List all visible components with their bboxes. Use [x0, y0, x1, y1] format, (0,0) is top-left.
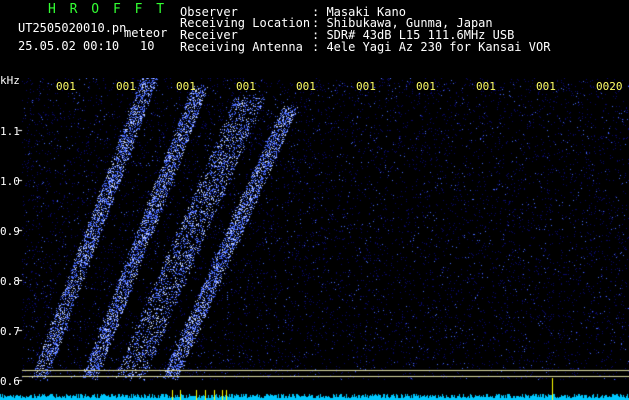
- x-tick-label: 001: [296, 80, 316, 93]
- info-antenna-value: : 4ele Yagi Az 230 for Kansai VOR: [312, 40, 551, 54]
- duration-label: 10: [140, 39, 155, 53]
- spectrogram-canvas: [0, 78, 629, 400]
- x-tick-label: 001: [416, 80, 436, 93]
- x-tick-label: 001: [176, 80, 196, 93]
- x-tick-label: 001: [476, 80, 496, 93]
- y-tick-label: 0.7: [0, 325, 20, 338]
- x-tick-label: 001: [56, 80, 76, 93]
- x-tick-label: 001: [236, 80, 256, 93]
- y-tick-label: 1.0: [0, 175, 20, 188]
- info-antenna-label: Receiving Antenna: [180, 40, 303, 54]
- y-axis-unit: kHz: [0, 74, 20, 87]
- x-tick-label: 001: [536, 80, 556, 93]
- file-name: UT2505020010.pn: [18, 21, 127, 35]
- x-tick-label: 001: [116, 80, 136, 93]
- x-tick-label: 001: [356, 80, 376, 93]
- y-tick-label: 0.8: [0, 275, 20, 288]
- datetime-label: 25.05.02 00:10: [18, 39, 120, 53]
- y-tick-label: 0.6: [0, 375, 20, 388]
- app-title: H R O F F T: [48, 2, 168, 17]
- y-tick-label: 0.9: [0, 225, 20, 238]
- y-tick-label: 1.1: [0, 125, 20, 138]
- category-label: meteor: [124, 26, 168, 40]
- x-tick-label: 0020: [596, 80, 623, 93]
